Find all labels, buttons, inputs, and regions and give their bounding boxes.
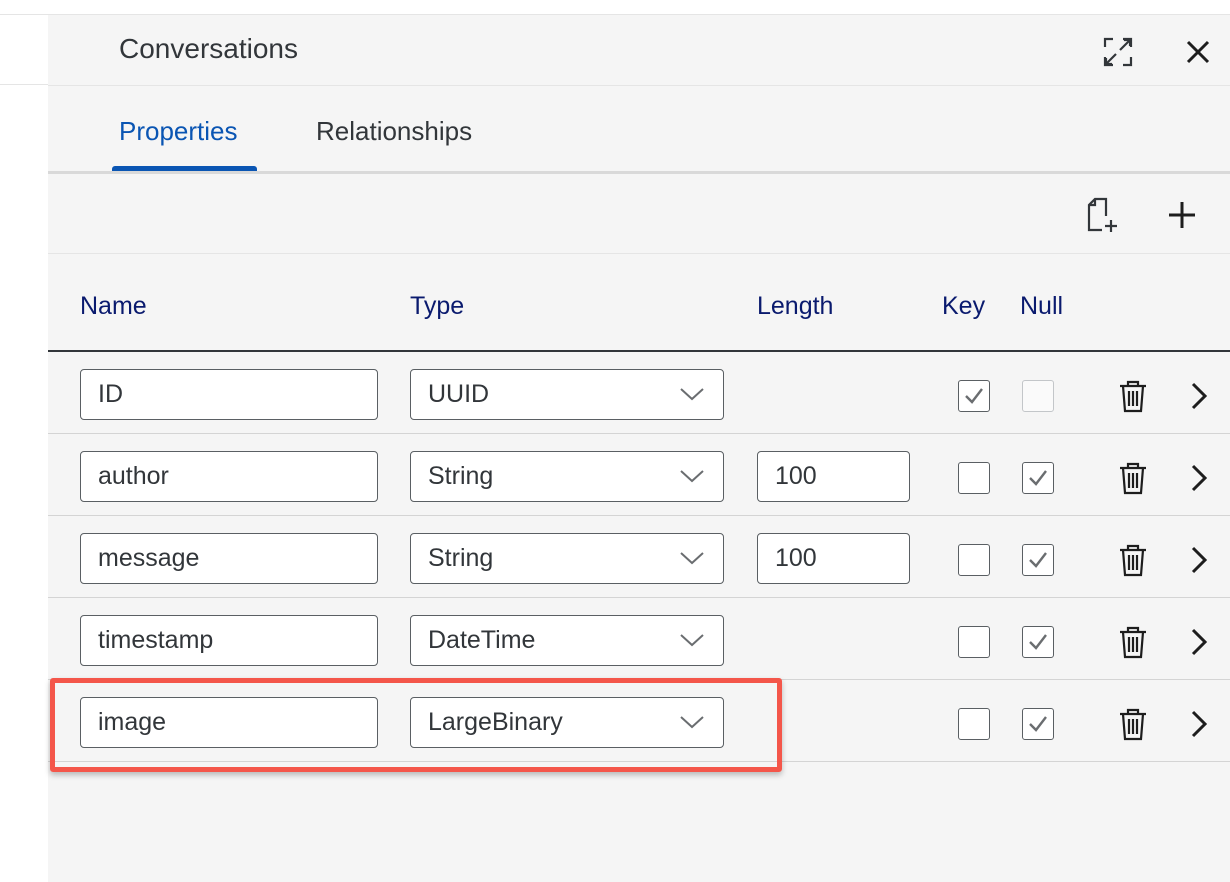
active-tab-indicator: [112, 166, 257, 171]
add-property-button[interactable]: [1162, 195, 1202, 235]
key-checkbox[interactable]: [958, 380, 990, 412]
name-input[interactable]: ID: [80, 369, 378, 420]
name-input[interactable]: image: [80, 697, 378, 748]
delete-button[interactable]: [1116, 624, 1150, 660]
trash-icon: [1120, 626, 1146, 659]
table-row: message String 100: [48, 516, 1230, 598]
checkmark-icon: [1029, 634, 1047, 650]
chevron-right-icon: [1191, 382, 1208, 410]
delete-button[interactable]: [1116, 460, 1150, 496]
null-checkbox[interactable]: [1022, 708, 1054, 740]
trash-icon: [1120, 380, 1146, 413]
trash-icon: [1120, 462, 1146, 495]
null-checkbox[interactable]: [1022, 626, 1054, 658]
length-input[interactable]: 100: [757, 533, 910, 584]
type-select-value: String: [428, 462, 494, 490]
null-checkbox[interactable]: [1022, 462, 1054, 494]
tab-properties[interactable]: Properties: [119, 116, 238, 147]
name-input[interactable]: message: [80, 533, 378, 584]
key-checkbox[interactable]: [958, 708, 990, 740]
chevron-right-icon: [1191, 710, 1208, 738]
row-details-button[interactable]: [1182, 706, 1216, 742]
table-row: ID UUID: [48, 352, 1230, 434]
plus-icon: [1169, 202, 1195, 228]
add-from-file-button[interactable]: [1081, 195, 1121, 235]
checkmark-icon: [965, 388, 983, 404]
null-checkbox[interactable]: [1022, 380, 1054, 412]
chevron-down-icon: [680, 470, 704, 483]
property-rows: ID UUID author String 100 message String…: [48, 352, 1230, 762]
key-checkbox[interactable]: [958, 544, 990, 576]
tab-bar: Properties Relationships: [48, 86, 1230, 174]
checkmark-icon: [1029, 716, 1047, 732]
chevron-down-icon: [680, 634, 704, 647]
key-checkbox[interactable]: [958, 462, 990, 494]
delete-button[interactable]: [1116, 706, 1150, 742]
column-header-name: Name: [80, 292, 147, 320]
trash-icon: [1120, 708, 1146, 741]
type-select-value: String: [428, 544, 494, 572]
table-row: image LargeBinary: [48, 680, 1230, 762]
type-select-value: DateTime: [428, 626, 536, 654]
row-details-button[interactable]: [1182, 624, 1216, 660]
entity-panel: Conversations Properties Relationships N…: [48, 14, 1230, 882]
length-input[interactable]: 100: [757, 451, 910, 502]
type-select-value: UUID: [428, 380, 490, 408]
column-header-key: Key: [942, 292, 986, 320]
add-file-icon: [1087, 197, 1117, 232]
type-select-value: LargeBinary: [428, 708, 563, 736]
chevron-down-icon: [680, 552, 704, 565]
row-details-button[interactable]: [1182, 460, 1216, 496]
column-header-type: Type: [410, 292, 465, 320]
row-details-button[interactable]: [1182, 542, 1216, 578]
chevron-down-icon: [680, 716, 704, 729]
divider: [0, 14, 48, 15]
close-icon: [1186, 40, 1210, 64]
name-input[interactable]: author: [80, 451, 378, 502]
table-row: author String 100: [48, 434, 1230, 516]
column-header-null: Null: [1020, 292, 1064, 320]
panel-title: Conversations: [119, 33, 298, 64]
chevron-down-icon: [680, 388, 704, 401]
table-row: timestamp DateTime: [48, 598, 1230, 680]
chevron-right-icon: [1191, 546, 1208, 574]
toolbar: [48, 177, 1230, 254]
null-checkbox[interactable]: [1022, 544, 1054, 576]
chevron-right-icon: [1191, 628, 1208, 656]
row-details-button[interactable]: [1182, 378, 1216, 414]
trash-icon: [1120, 544, 1146, 577]
type-select[interactable]: DateTime: [410, 615, 724, 666]
tab-relationships[interactable]: Relationships: [316, 116, 472, 147]
delete-button[interactable]: [1116, 378, 1150, 414]
chevron-right-icon: [1191, 464, 1208, 492]
type-select[interactable]: String: [410, 451, 724, 502]
type-select[interactable]: String: [410, 533, 724, 584]
type-select[interactable]: UUID: [410, 369, 724, 420]
checkmark-icon: [1029, 552, 1047, 568]
column-header-length: Length: [757, 292, 834, 320]
table-header: Name Type Length Key Null: [48, 254, 1230, 352]
close-button[interactable]: [1179, 33, 1217, 71]
delete-button[interactable]: [1116, 542, 1150, 578]
expand-icon: [1103, 37, 1133, 67]
left-strip: [0, 0, 48, 882]
expand-button[interactable]: [1099, 33, 1137, 71]
checkmark-icon: [1029, 470, 1047, 486]
divider: [0, 84, 48, 85]
name-input[interactable]: timestamp: [80, 615, 378, 666]
type-select[interactable]: LargeBinary: [410, 697, 724, 748]
panel-header: Conversations: [48, 15, 1230, 86]
key-checkbox[interactable]: [958, 626, 990, 658]
